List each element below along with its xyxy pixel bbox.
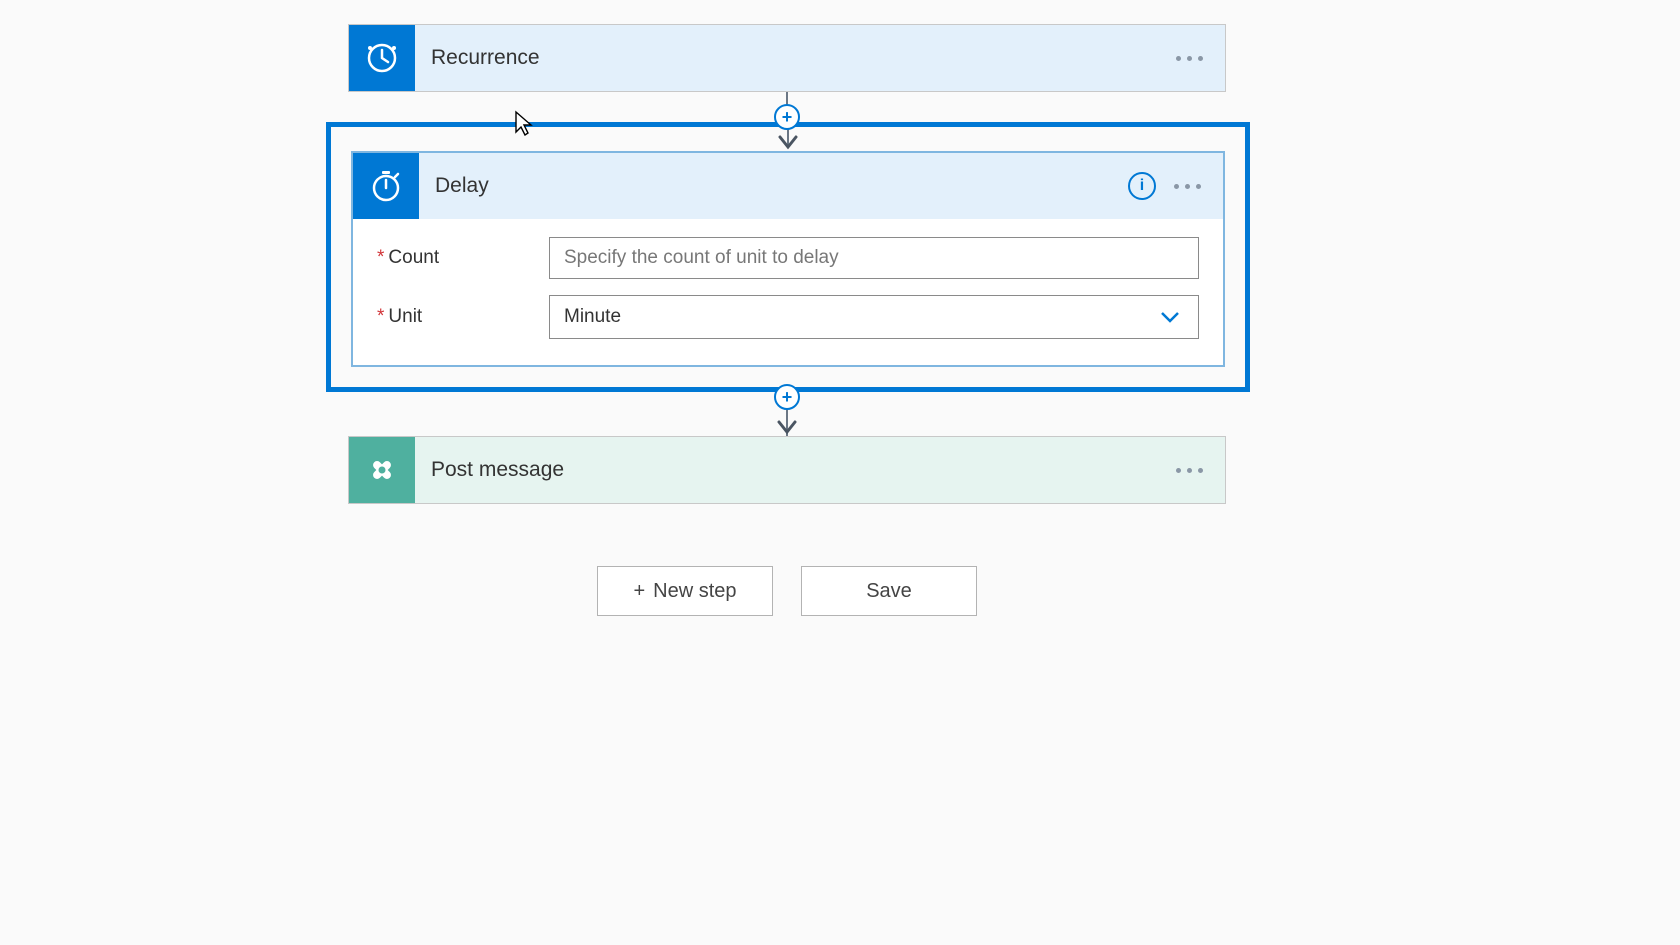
connector: + <box>348 92 1226 122</box>
add-step-plus-icon[interactable]: + <box>774 384 800 410</box>
flow-designer: Recurrence + <box>348 0 1226 616</box>
stopwatch-icon <box>353 153 419 219</box>
step-post-message-card[interactable]: Post message <box>348 436 1226 504</box>
arrow-down-icon <box>776 135 800 151</box>
info-glyph: i <box>1140 177 1144 195</box>
unit-value: Minute <box>564 306 621 328</box>
step-recurrence-header[interactable]: Recurrence <box>349 25 1225 91</box>
step-delay-header[interactable]: Delay i <box>353 153 1223 219</box>
step-title: Delay <box>419 174 1128 198</box>
save-label: Save <box>866 580 912 603</box>
connector: + <box>348 386 1226 436</box>
arrow-down-icon <box>775 420 799 436</box>
step-title: Post message <box>415 458 1176 482</box>
plus-glyph: + <box>782 388 793 406</box>
count-input[interactable] <box>549 237 1199 279</box>
new-step-button[interactable]: + New step <box>597 566 773 616</box>
unit-row: *Unit Minute <box>377 295 1199 339</box>
plus-glyph: + <box>782 108 793 126</box>
more-icon[interactable] <box>1176 48 1203 69</box>
info-icon[interactable]: i <box>1128 172 1156 200</box>
plus-glyph: + <box>633 580 645 603</box>
count-label: *Count <box>377 247 549 269</box>
step-delay-body: *Count *Unit Minute <box>353 219 1223 365</box>
more-icon[interactable] <box>1176 460 1203 481</box>
step-delay-card: Delay i *Count <box>351 151 1225 367</box>
slack-icon <box>349 437 415 503</box>
save-button[interactable]: Save <box>801 566 977 616</box>
selected-step-highlight: Delay i *Count <box>326 122 1250 392</box>
clock-icon <box>349 25 415 91</box>
add-step-plus-icon[interactable]: + <box>774 104 800 130</box>
count-row: *Count <box>377 237 1199 279</box>
new-step-label: New step <box>653 580 736 603</box>
step-recurrence-card[interactable]: Recurrence <box>348 24 1226 92</box>
unit-select[interactable]: Minute <box>549 295 1199 339</box>
unit-label: *Unit <box>377 306 549 328</box>
step-title: Recurrence <box>415 46 1176 70</box>
more-icon[interactable] <box>1174 176 1201 197</box>
step-post-message-header[interactable]: Post message <box>349 437 1225 503</box>
designer-actions: + New step Save <box>348 566 1226 616</box>
